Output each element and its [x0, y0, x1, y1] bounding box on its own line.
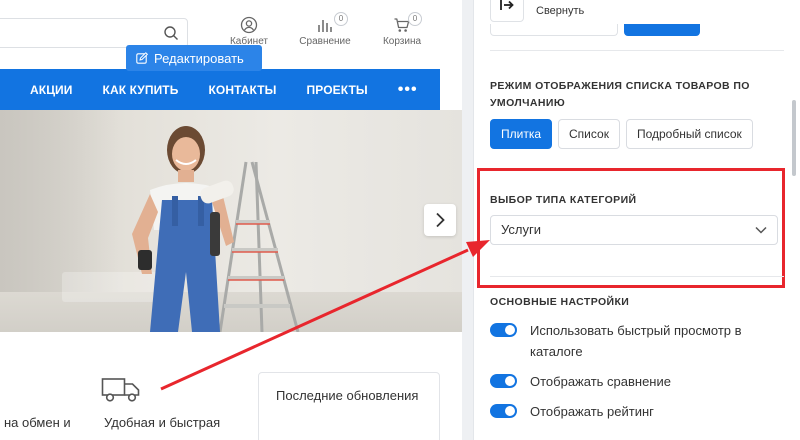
collapse-arrow-icon [500, 0, 514, 10]
nav-item-promotions[interactable]: АКЦИИ [30, 83, 73, 97]
display-mode-title: РЕЖИМ ОТОБРАЖЕНИЯ СПИСКА ТОВАРОВ ПО УМОЛ… [490, 80, 750, 109]
rating-toggle-label: Отображать рейтинг [530, 404, 654, 419]
compare-count-badge: 0 [334, 12, 348, 26]
category-type-select[interactable]: Услуги [490, 215, 778, 245]
main-nav: АКЦИИ КАК КУПИТЬ КОНТАКТЫ ПРОЕКТЫ ••• [0, 69, 440, 110]
settings-panel: Свернуть РЕЖИМ ОТОБРАЖЕНИЯ СПИСКА ТОВАРО… [473, 0, 800, 440]
toggle-row-compare: Отображать сравнение [490, 371, 780, 392]
truck-icon [101, 378, 140, 402]
toggle-row-rating: Отображать рейтинг [490, 401, 780, 422]
display-mode-list[interactable]: Список [558, 119, 620, 149]
painter-illustration [132, 126, 300, 332]
compare-toggle-label: Отображать сравнение [530, 374, 671, 389]
edit-button-label: Редактировать [154, 50, 244, 66]
last-updates-card[interactable]: Последние обновления [258, 372, 440, 440]
edit-button[interactable]: Редактировать [126, 45, 262, 71]
toggle-row-quick-view: Использовать быстрый просмотр в каталоге [490, 320, 780, 362]
rating-toggle[interactable] [490, 404, 517, 418]
cabinet-link[interactable]: Кабинет [226, 16, 272, 47]
slider-next-button[interactable] [424, 204, 456, 236]
cart-link[interactable]: 0 Корзина [378, 12, 426, 47]
nav-more-button[interactable]: ••• [398, 81, 418, 99]
chevron-down-icon [755, 226, 767, 234]
basic-settings-title: ОСНОВНЫЕ НАСТРОЙКИ [490, 296, 630, 308]
divider [490, 276, 784, 277]
nav-item-contacts[interactable]: КОНТАКТЫ [208, 83, 276, 97]
hero-banner [0, 110, 462, 332]
previous-control-input[interactable] [490, 24, 618, 36]
compare-link[interactable]: 0 Сравнение [296, 12, 354, 47]
cart-label: Корзина [382, 36, 422, 47]
category-type-title: ВЫБОР ТИПА КАТЕГОРИЙ [490, 194, 637, 206]
collapse-panel-button[interactable]: Свернуть [490, 0, 584, 22]
compare-label: Сравнение [299, 36, 351, 47]
previous-control-button[interactable] [624, 24, 700, 36]
compare-toggle[interactable] [490, 374, 517, 388]
display-mode-detailed-list[interactable]: Подробный список [625, 119, 753, 149]
collapse-label: Свернуть [536, 5, 585, 17]
feature-delivery-text: Удобная и быстрая [104, 415, 221, 430]
display-mode-tiles[interactable]: Плитка [490, 119, 553, 149]
search-icon[interactable] [163, 25, 179, 41]
cart-count-badge: 0 [408, 12, 422, 26]
quick-view-label: Использовать быстрый просмотр в каталоге [530, 323, 742, 359]
user-icon [240, 16, 258, 34]
nav-item-projects[interactable]: ПРОЕКТЫ [307, 83, 368, 97]
display-mode-segmented: Плитка Список Подробный список [490, 119, 753, 149]
chevron-right-icon [436, 212, 445, 228]
panel-scrollbar[interactable] [792, 100, 796, 176]
category-type-value: Услуги [501, 222, 541, 237]
nav-item-how-to-buy[interactable]: КАК КУПИТЬ [103, 83, 179, 97]
divider [490, 50, 784, 51]
compare-chart-icon [318, 20, 332, 32]
quick-view-toggle[interactable] [490, 323, 517, 337]
last-updates-label: Последние обновления [276, 388, 419, 403]
search-input[interactable] [0, 18, 188, 48]
pencil-icon [136, 52, 148, 64]
site-preview: Кабинет 0 Сравнение 0 Корзина Редактиров… [0, 0, 462, 440]
feature-exchange-text: на обмен и [4, 415, 71, 430]
